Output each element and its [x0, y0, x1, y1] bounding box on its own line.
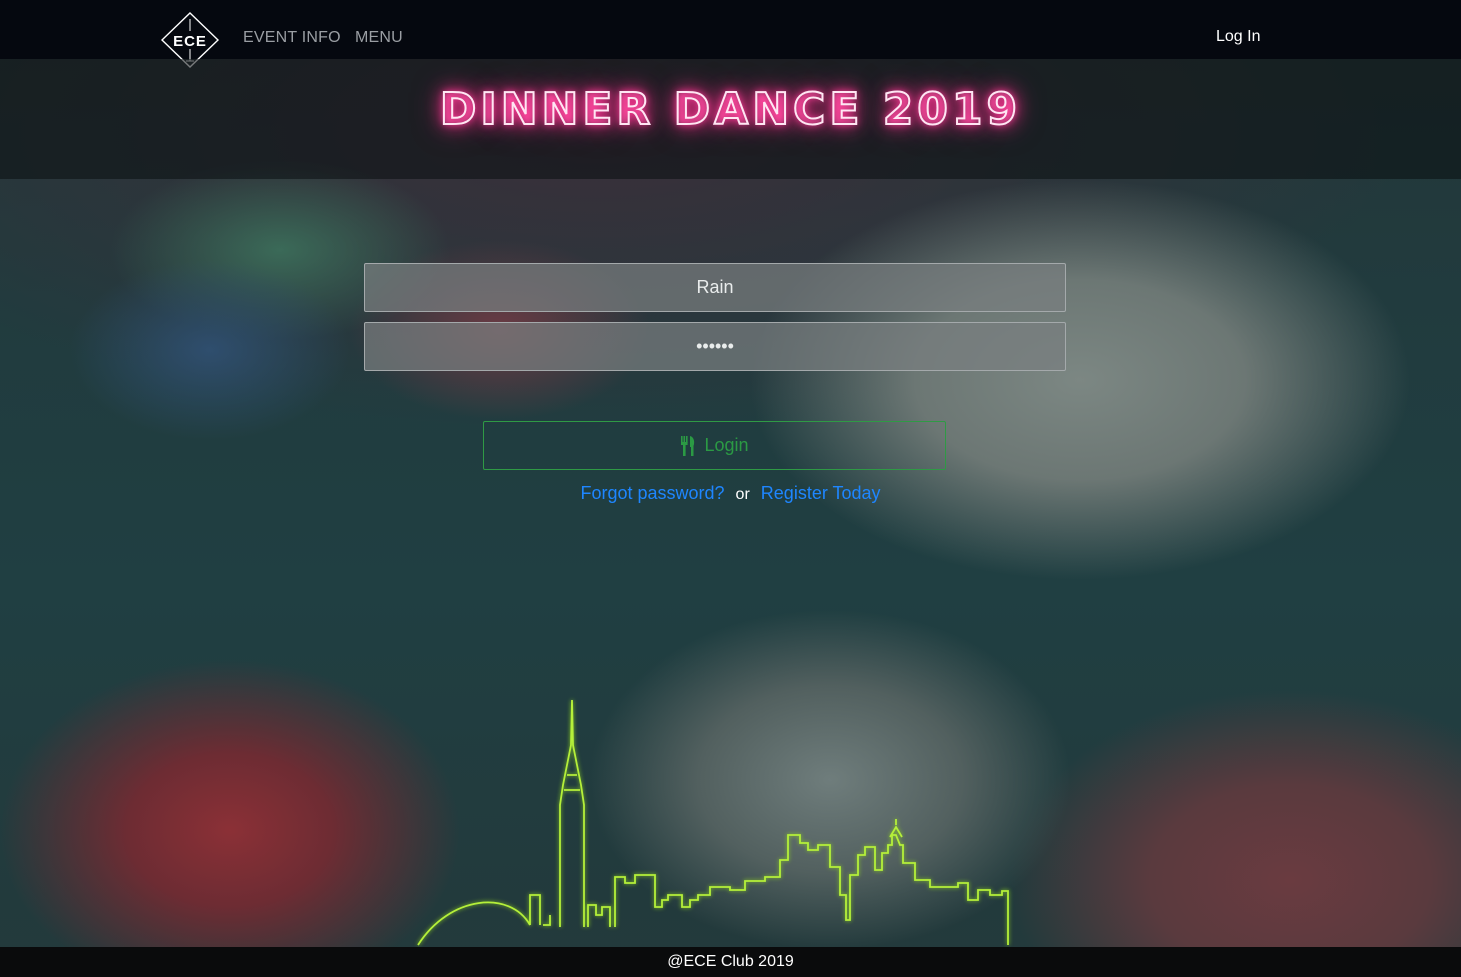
username-field[interactable] [364, 263, 1066, 312]
page-title: DINNER DANCE 2019 [439, 83, 1022, 136]
login-button[interactable]: Login [483, 421, 946, 470]
nav-menu[interactable]: MENU [355, 29, 403, 47]
footer: @ECE Club 2019 [0, 947, 1461, 977]
password-field[interactable] [364, 322, 1066, 371]
logo-text: ECE [173, 33, 207, 50]
nav-log-in[interactable]: Log In [1216, 28, 1260, 46]
login-button-label: Login [704, 435, 749, 455]
auth-links: Forgot password? or Register Today [0, 483, 1461, 504]
or-text: or [735, 486, 750, 503]
toronto-skyline-icon [417, 699, 1009, 946]
forgot-password-link[interactable]: Forgot password? [580, 483, 724, 503]
login-page: ECE EVENT INFO MENU Log In DINNER DANCE … [0, 0, 1461, 977]
register-link[interactable]: Register Today [761, 483, 881, 503]
nav-event-info[interactable]: EVENT INFO [243, 29, 341, 47]
utensils-icon [681, 435, 695, 456]
top-navbar: ECE EVENT INFO MENU Log In [0, 0, 1461, 68]
